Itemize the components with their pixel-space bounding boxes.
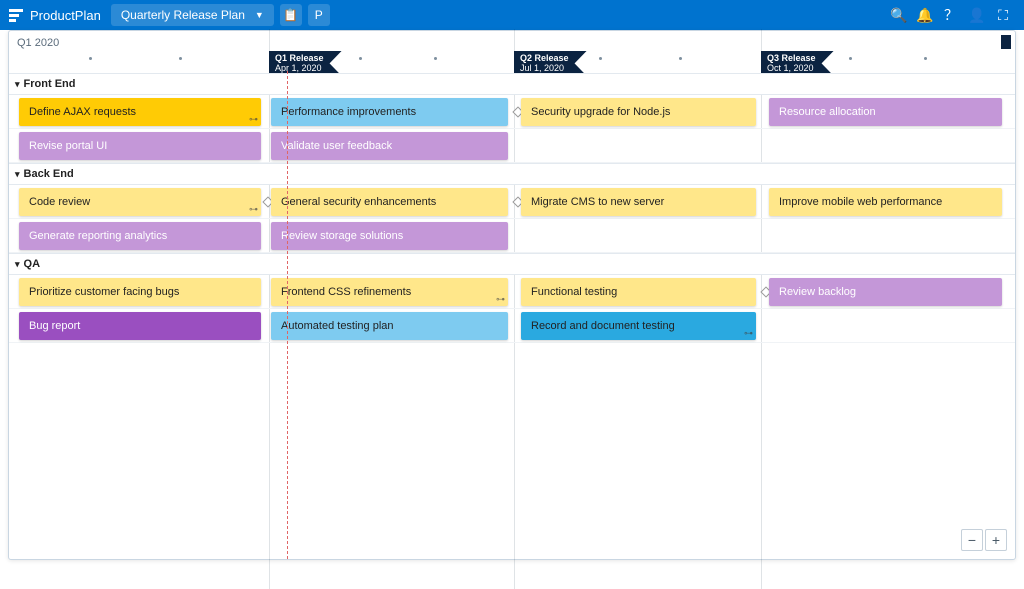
lane-title: QA (24, 258, 41, 270)
bar-label: General security enhancements (281, 196, 436, 208)
milestone[interactable]: Q3 ReleaseOct 1, 2020 (761, 51, 834, 76)
bar-label: Revise portal UI (29, 140, 107, 152)
roadmap-bar[interactable]: Resource allocation (769, 98, 1002, 126)
lane-title: Back End (24, 168, 74, 180)
bar-label: Functional testing (531, 286, 617, 298)
roadmap-bar[interactable]: Review storage solutions (271, 222, 508, 250)
plan-name: Quarterly Release Plan (121, 8, 245, 22)
timeline-row: Generate reporting analytics Review stora… (9, 219, 1015, 253)
bar-label: Resource allocation (779, 106, 876, 118)
tick-marker (679, 57, 682, 60)
bar-label: Improve mobile web performance (779, 196, 942, 208)
tick-marker (89, 57, 92, 60)
roadmap-bar[interactable]: Performance improvements (271, 98, 508, 126)
bar-label: Code review (29, 196, 90, 208)
lanes-container: ▾ Front End Define AJAX requests ⊶ Performan… (9, 73, 1015, 559)
lane-header[interactable]: ▾ Back End (9, 163, 1015, 185)
tick-marker (849, 57, 852, 60)
milestone-title: Q1 Release (275, 53, 324, 63)
zoom-controls: − + (961, 529, 1007, 551)
bar-label: Define AJAX requests (29, 106, 136, 118)
timeline-row: Bug report Automated testing plan Record a… (9, 309, 1015, 343)
bar-label: Review backlog (779, 286, 856, 298)
roadmap-bar[interactable]: Automated testing plan (271, 312, 508, 340)
tick-marker (434, 57, 437, 60)
lane-header[interactable]: ▾ QA (9, 253, 1015, 275)
roadmap-bar[interactable]: Generate reporting analytics (19, 222, 261, 250)
user-icon[interactable]: 👤 (964, 2, 990, 28)
board: Q1 2020 Q1 ReleaseApr 1, 2020Q2 ReleaseJ… (8, 30, 1016, 560)
bar-label: Bug report (29, 320, 80, 332)
link-icon: ⊶ (744, 328, 753, 339)
chevron-down-icon: ▾ (15, 169, 20, 180)
timeline-row: Code review ⊶ General security enhancement… (9, 185, 1015, 219)
milestone[interactable]: Q2 ReleaseJul 1, 2020 (514, 51, 587, 76)
timeline-row: Revise portal UI Validate user feedback (9, 129, 1015, 163)
lane-header[interactable]: ▾ Front End (9, 73, 1015, 95)
link-icon: ⊶ (249, 114, 258, 125)
chevron-down-icon: ▾ (15, 79, 20, 90)
roadmap-bar[interactable]: Security upgrade for Node.js (521, 98, 756, 126)
help-icon[interactable]: ？ (938, 2, 964, 28)
today-line (287, 71, 288, 559)
bar-label: Validate user feedback (281, 140, 392, 152)
bar-label: Security upgrade for Node.js (531, 106, 670, 118)
roadmap-bar[interactable]: Frontend CSS refinements ⊶ (271, 278, 508, 306)
tick-marker (359, 57, 362, 60)
search-icon[interactable]: 🔍 (886, 2, 912, 28)
roadmap-bar[interactable]: Define AJAX requests ⊶ (19, 98, 261, 126)
tick-marker (924, 57, 927, 60)
timeline-row: Define AJAX requests ⊶ Performance improve… (9, 95, 1015, 129)
roadmap-bar[interactable]: Review backlog (769, 278, 1002, 306)
bar-label: Performance improvements (281, 106, 416, 118)
roadmap-bar[interactable]: General security enhancements (271, 188, 508, 216)
brand-label: ProductPlan (30, 8, 101, 23)
link-icon: ⊶ (249, 204, 258, 215)
parking-lot-button[interactable]: P (308, 4, 330, 26)
milestone-title: Q3 Release (767, 53, 816, 63)
bar-label: Frontend CSS refinements (281, 286, 411, 298)
timeline-header: Q1 ReleaseApr 1, 2020 Q2 ReleaseJul 1, 20… (9, 31, 1015, 73)
top-bar: ProductPlan Quarterly Release Plan ▼ 📋 P… (0, 0, 1024, 30)
roadmap-bar[interactable]: Revise portal UI (19, 132, 261, 160)
zoom-out-button[interactable]: − (961, 529, 983, 551)
milestone[interactable]: Q1 ReleaseApr 1, 2020 (269, 51, 342, 76)
roadmap-bar[interactable]: Improve mobile web performance (769, 188, 1002, 216)
fullscreen-icon[interactable]: ⛶ (990, 2, 1016, 28)
milestone-title: Q2 Release (520, 53, 569, 63)
bar-label: Generate reporting analytics (29, 230, 167, 242)
timeline-row: Prioritize customer facing bugs Frontend … (9, 275, 1015, 309)
roadmap-bar[interactable]: Migrate CMS to new server (521, 188, 756, 216)
lane-title: Front End (24, 78, 76, 90)
chevron-down-icon: ▼ (255, 10, 264, 20)
clipboard-button[interactable]: 📋 (280, 4, 302, 26)
chevron-down-icon: ▾ (15, 259, 20, 270)
tick-marker (599, 57, 602, 60)
tick-marker (179, 57, 182, 60)
bar-label: Automated testing plan (281, 320, 394, 332)
link-icon: ⊶ (496, 294, 505, 305)
bar-label: Record and document testing (531, 320, 675, 332)
roadmap-bar[interactable]: Validate user feedback (271, 132, 508, 160)
roadmap-bar[interactable]: Prioritize customer facing bugs (19, 278, 261, 306)
bar-label: Prioritize customer facing bugs (29, 286, 179, 298)
roadmap-bar[interactable]: Code review ⊶ (19, 188, 261, 216)
roadmap-bar[interactable]: Bug report (19, 312, 261, 340)
zoom-in-button[interactable]: + (985, 529, 1007, 551)
bar-label: Migrate CMS to new server (531, 196, 664, 208)
bell-icon[interactable]: 🔔 (912, 2, 938, 28)
roadmap-bar[interactable]: Functional testing (521, 278, 756, 306)
brand-icon (8, 7, 24, 23)
roadmap-bar[interactable]: Record and document testing ⊶ (521, 312, 756, 340)
plan-select[interactable]: Quarterly Release Plan ▼ (111, 4, 274, 26)
brand: ProductPlan (8, 7, 101, 23)
bar-label: Review storage solutions (281, 230, 403, 242)
